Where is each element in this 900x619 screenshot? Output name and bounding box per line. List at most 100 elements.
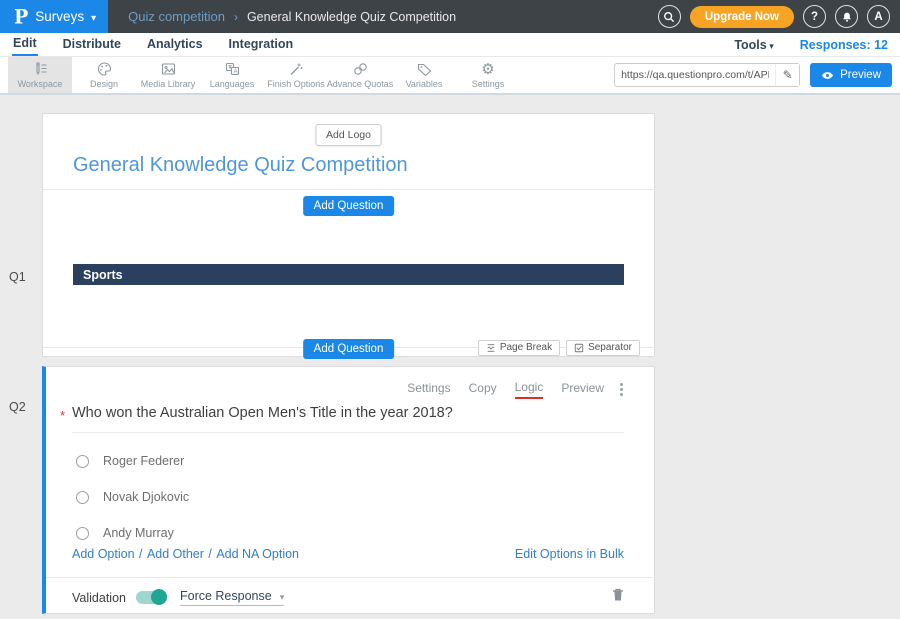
variables-icon bbox=[416, 61, 433, 77]
validation-row: Validation Force Response bbox=[72, 588, 624, 607]
languages-icon: A bbox=[224, 61, 241, 77]
toolbar-item-design[interactable]: Design bbox=[72, 57, 136, 93]
design-icon bbox=[96, 61, 113, 77]
question-copy-link[interactable]: Copy bbox=[469, 381, 497, 398]
surveys-menu[interactable]: P Surveys bbox=[0, 0, 108, 33]
separator-checkbox-icon bbox=[574, 343, 584, 353]
tabs-right: Tools Responses: 12 bbox=[734, 38, 888, 52]
breadcrumb-current: General Knowledge Quiz Competition bbox=[247, 10, 456, 24]
question-logic-link[interactable]: Logic bbox=[515, 380, 544, 399]
search-button[interactable] bbox=[658, 5, 681, 28]
question-preview-link[interactable]: Preview bbox=[561, 381, 604, 398]
separator-label: Separator bbox=[588, 342, 632, 353]
notifications-button[interactable] bbox=[835, 5, 858, 28]
force-response-label: Force Response bbox=[180, 589, 272, 603]
option-text[interactable]: Roger Federer bbox=[103, 454, 184, 468]
chevron-down-icon bbox=[91, 8, 96, 26]
toolbar-item-variables[interactable]: Variables bbox=[392, 57, 456, 93]
survey-header-card: Add Logo General Knowledge Quiz Competit… bbox=[42, 113, 655, 357]
nav-tabs-bar: Edit Distribute Analytics Integration To… bbox=[0, 33, 900, 57]
search-icon bbox=[663, 11, 675, 23]
chevron-down-icon bbox=[280, 589, 285, 603]
edit-url-button[interactable]: ✎ bbox=[775, 64, 799, 86]
topbar-actions: Upgrade Now ? A bbox=[658, 5, 900, 28]
section-header-sports[interactable]: Sports bbox=[73, 264, 624, 285]
radio-button[interactable] bbox=[76, 455, 89, 468]
force-response-dropdown[interactable]: Force Response bbox=[180, 589, 284, 606]
divider bbox=[43, 189, 654, 190]
breadcrumb-separator-icon: › bbox=[234, 10, 238, 24]
option-text[interactable]: Andy Murray bbox=[103, 526, 174, 540]
toolbar-item-media-library[interactable]: Media Library bbox=[136, 57, 200, 93]
break-buttons: Page Break Separator bbox=[478, 340, 640, 356]
link-separator: / bbox=[208, 547, 211, 561]
survey-editor-canvas: Q1 Q2 Add Logo General Knowledge Quiz Co… bbox=[0, 95, 900, 619]
survey-title[interactable]: General Knowledge Quiz Competition bbox=[73, 154, 408, 177]
toggle-knob bbox=[151, 589, 167, 605]
separator-button[interactable]: Separator bbox=[566, 340, 640, 356]
tab-edit[interactable]: Edit bbox=[12, 33, 38, 56]
option-row: Roger Federer bbox=[76, 454, 189, 468]
toolbar-item-finish-options[interactable]: Finish Options bbox=[264, 57, 328, 93]
tab-distribute[interactable]: Distribute bbox=[62, 34, 122, 55]
advance-quotas-icon bbox=[352, 61, 369, 77]
delete-question-button[interactable] bbox=[612, 588, 624, 607]
breadcrumb-folder[interactable]: Quiz competition bbox=[128, 9, 225, 24]
page-break-button[interactable]: Page Break bbox=[478, 340, 560, 356]
radio-button[interactable] bbox=[76, 527, 89, 540]
question-actions: Settings Copy Logic Preview bbox=[407, 380, 624, 399]
validation-toggle[interactable] bbox=[136, 591, 166, 604]
survey-url-input[interactable] bbox=[615, 69, 775, 81]
preview-button[interactable]: Preview bbox=[810, 63, 892, 87]
edit-options-bulk-link[interactable]: Edit Options in Bulk bbox=[515, 547, 624, 561]
questionpro-logo: P bbox=[14, 5, 28, 28]
section-title: Sports bbox=[73, 268, 123, 282]
validation-label: Validation bbox=[72, 591, 126, 605]
svg-text:A: A bbox=[233, 69, 237, 75]
option-links-row: Add Option / Add Other / Add NA Option E… bbox=[72, 545, 624, 563]
option-row: Andy Murray bbox=[76, 526, 189, 540]
preview-label: Preview bbox=[840, 69, 881, 81]
responses-count[interactable]: Responses: 12 bbox=[800, 38, 888, 52]
question-number-q1: Q1 bbox=[9, 270, 26, 284]
eye-icon bbox=[821, 71, 834, 80]
toolbar-item-languages[interactable]: A Languages bbox=[200, 57, 264, 93]
tab-analytics[interactable]: Analytics bbox=[146, 34, 204, 55]
toolbar-item-settings[interactable]: ⚙ Settings bbox=[456, 57, 520, 93]
workspace-icon bbox=[32, 61, 49, 77]
editor-toolbar: Workspace Design Media Library A Languag… bbox=[0, 57, 900, 95]
add-na-option-link[interactable]: Add NA Option bbox=[216, 547, 299, 561]
question-settings-link[interactable]: Settings bbox=[407, 381, 450, 398]
page-break-icon bbox=[486, 343, 496, 353]
toolbar-label: Settings bbox=[472, 79, 505, 89]
kebab-menu-icon[interactable] bbox=[620, 383, 624, 396]
add-question-button-mid[interactable]: Add Question bbox=[303, 339, 395, 359]
add-logo-button[interactable]: Add Logo bbox=[315, 124, 382, 146]
product-name: Surveys bbox=[35, 9, 84, 24]
page-break-label: Page Break bbox=[500, 342, 552, 353]
tab-integration[interactable]: Integration bbox=[228, 34, 295, 55]
survey-url-box: ✎ bbox=[614, 63, 800, 87]
toolbar-right: ✎ Preview bbox=[614, 57, 900, 93]
avatar[interactable]: A bbox=[867, 5, 890, 28]
tools-dropdown[interactable]: Tools bbox=[734, 38, 773, 52]
toolbar-label: Languages bbox=[210, 79, 255, 89]
trash-icon bbox=[612, 588, 624, 602]
question-text[interactable]: Who won the Australian Open Men's Title … bbox=[72, 405, 624, 433]
add-other-link[interactable]: Add Other bbox=[147, 547, 204, 561]
toolbar-label: Design bbox=[90, 79, 118, 89]
upgrade-now-button[interactable]: Upgrade Now bbox=[690, 6, 794, 28]
add-question-button-top[interactable]: Add Question bbox=[303, 196, 395, 216]
add-option-link[interactable]: Add Option bbox=[72, 547, 135, 561]
toolbar-item-advance-quotas[interactable]: Advance Quotas bbox=[328, 57, 392, 93]
toolbar-label: Finish Options bbox=[267, 79, 325, 89]
media-library-icon bbox=[160, 61, 177, 77]
settings-icon: ⚙ bbox=[481, 62, 494, 77]
toolbar-item-workspace[interactable]: Workspace bbox=[8, 57, 72, 93]
toolbar-label: Media Library bbox=[141, 79, 196, 89]
option-text[interactable]: Novak Djokovic bbox=[103, 490, 189, 504]
breadcrumb: Quiz competition › General Knowledge Qui… bbox=[128, 9, 456, 24]
top-bar: P Surveys Quiz competition › General Kno… bbox=[0, 0, 900, 33]
radio-button[interactable] bbox=[76, 491, 89, 504]
help-button[interactable]: ? bbox=[803, 5, 826, 28]
